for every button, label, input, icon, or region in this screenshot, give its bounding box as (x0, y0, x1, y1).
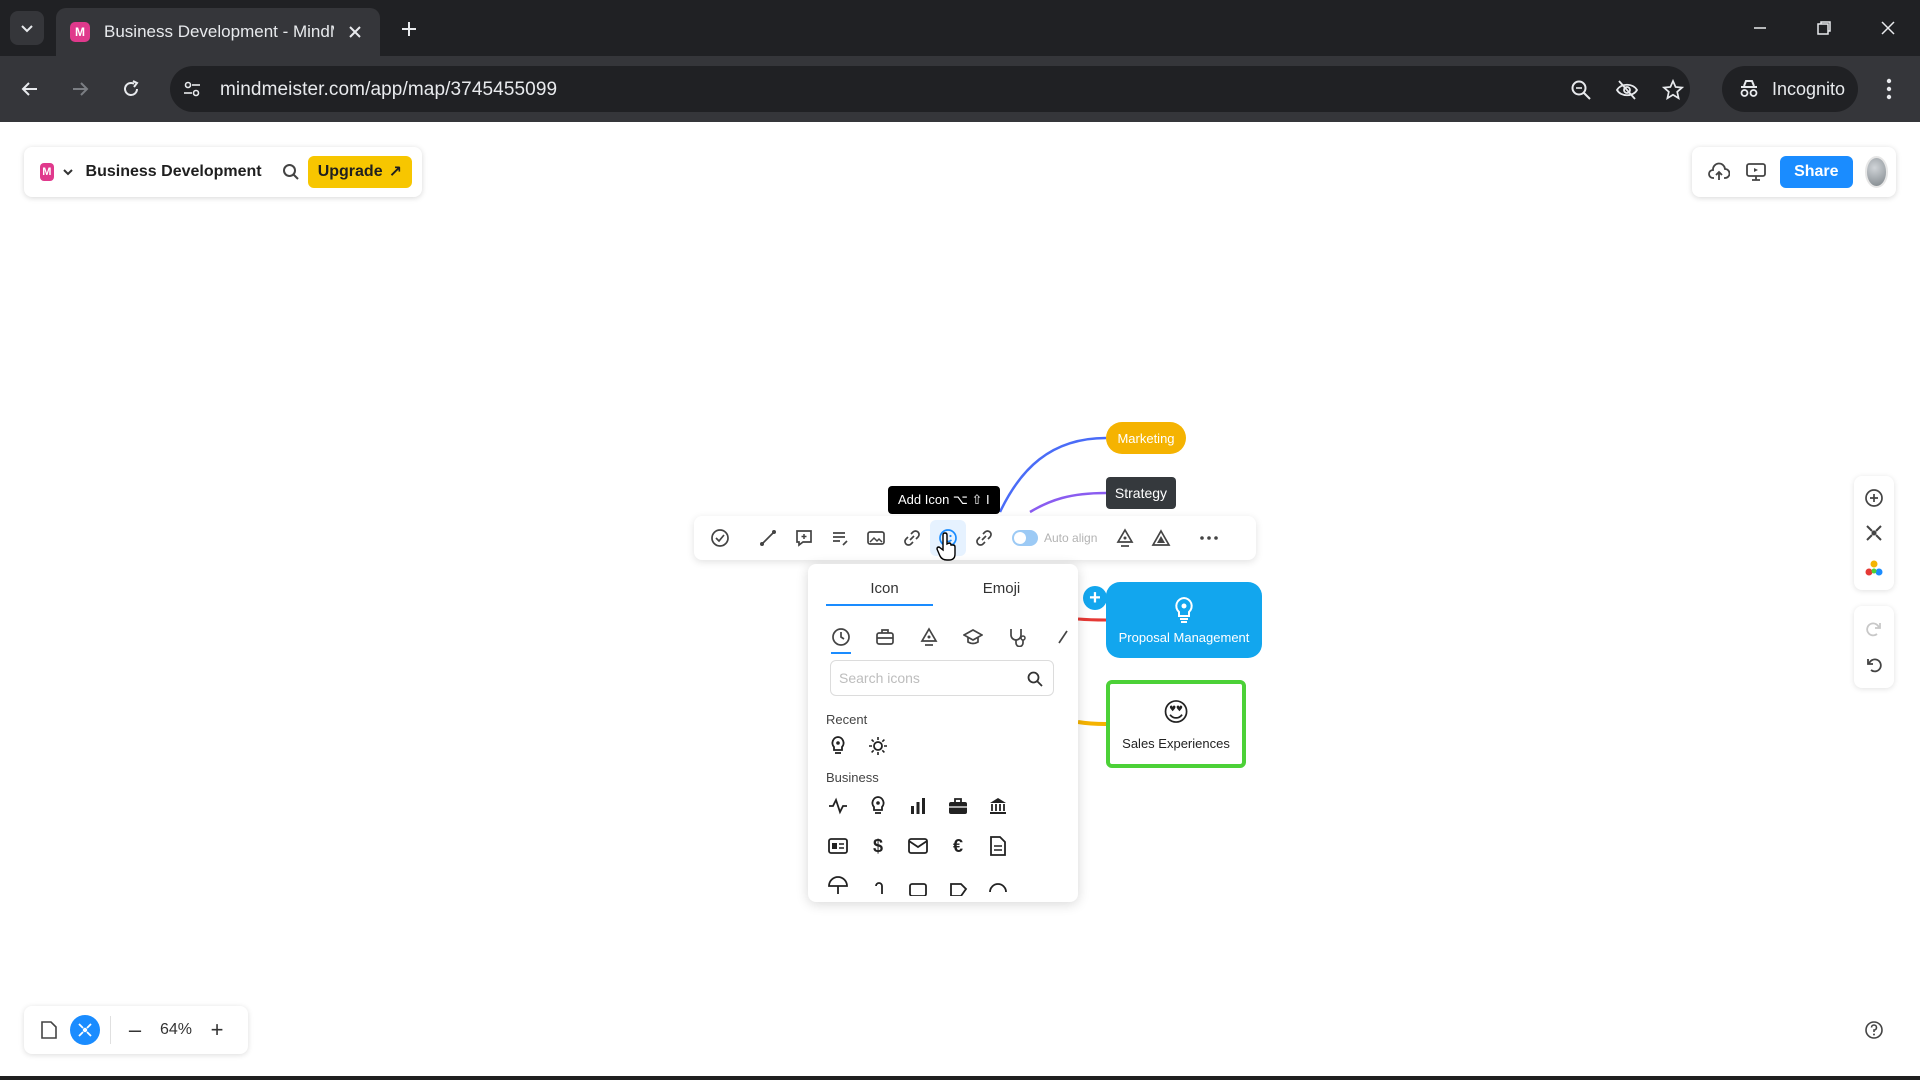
dollar-icon[interactable]: $ (866, 834, 890, 858)
more-horizontal-icon (1200, 536, 1219, 540)
zoom-level[interactable]: 64% (149, 1021, 203, 1039)
recent-icons (826, 734, 890, 758)
icon-search-field[interactable] (830, 660, 1054, 696)
toggle-switch[interactable] (1012, 530, 1038, 546)
briefcase-icon[interactable] (946, 794, 970, 818)
tab-emoji[interactable]: Emoji (943, 576, 1060, 606)
help-icon (1865, 1021, 1883, 1039)
note-button[interactable] (822, 520, 858, 556)
node-proposal-management[interactable]: Proposal Management (1106, 582, 1262, 658)
add-icon-tooltip: Add Icon ⌥ ⇧ I (888, 486, 1000, 514)
umbrella-icon[interactable] (826, 874, 850, 898)
style-button[interactable] (1107, 520, 1143, 556)
search-icons-input[interactable] (839, 661, 1019, 695)
business-section-label: Business (826, 770, 879, 785)
auto-align-toggle[interactable]: Auto align (1012, 530, 1097, 546)
mindmap-layout-icon (1866, 525, 1882, 541)
page-icon (41, 1021, 57, 1039)
bar-chart-icon[interactable] (906, 794, 930, 818)
view-zoom-controls: – 64% + (24, 1006, 248, 1054)
lightbulb-gear-icon[interactable] (826, 734, 850, 758)
recent-category-icon[interactable] (828, 624, 854, 654)
more-options-button[interactable] (1191, 520, 1227, 556)
bottom-edge (0, 1076, 1920, 1080)
business-category-icon[interactable] (872, 624, 898, 650)
screen-icon[interactable] (906, 874, 930, 898)
connection-icon (760, 530, 776, 546)
add-child-button[interactable]: + (1083, 586, 1107, 610)
mail-icon[interactable] (906, 834, 930, 858)
tag-icon[interactable] (946, 874, 970, 898)
design-category-icon[interactable] (916, 624, 942, 650)
hook-icon[interactable] (866, 874, 890, 898)
sun-icon[interactable] (866, 734, 890, 758)
color-palette-icon (1865, 560, 1883, 575)
image-button[interactable] (858, 520, 894, 556)
node-sales-experiences[interactable]: 😍 Sales Experiences (1106, 680, 1246, 768)
comment-button[interactable] (786, 520, 822, 556)
business-icons-row: $ € (826, 834, 1010, 858)
paint-icon (1116, 528, 1134, 547)
picker-tabs: Icon Emoji (826, 576, 1060, 606)
image-icon (867, 531, 885, 545)
node-marketing[interactable]: Marketing (1106, 422, 1186, 454)
lightbulb-gear-icon (1175, 596, 1193, 623)
education-category-icon[interactable] (960, 624, 986, 650)
document-icon[interactable] (986, 834, 1010, 858)
hand-cursor-icon (936, 532, 956, 561)
node-label: Proposal Management (1118, 629, 1250, 645)
note-icon (833, 532, 848, 546)
heart-eyes-emoji-icon: 😍 (1162, 697, 1190, 727)
icon-picker-popover: Icon Emoji Recent (808, 564, 1078, 902)
attachment-link-icon (904, 530, 920, 546)
node-label: Sales Experiences (1122, 736, 1230, 751)
link-icon (976, 530, 992, 546)
bank-icon[interactable] (986, 794, 1010, 818)
gauge-icon[interactable] (986, 874, 1010, 898)
task-button[interactable] (702, 520, 738, 556)
link-button[interactable] (966, 520, 1002, 556)
history-rail (1854, 606, 1894, 688)
attachment-button[interactable] (894, 520, 930, 556)
triangle-icon (1151, 529, 1171, 546)
euro-icon[interactable]: € (946, 834, 970, 858)
help-button[interactable] (1858, 1014, 1890, 1046)
zoom-in-button[interactable]: + (203, 1016, 231, 1044)
add-topic-button[interactable] (1860, 484, 1888, 512)
node-strategy[interactable]: Strategy (1106, 477, 1176, 509)
tab-icon[interactable]: Icon (826, 576, 943, 606)
business-icons-row (826, 794, 1010, 818)
recent-section-label: Recent (826, 712, 868, 727)
connect-button[interactable] (750, 520, 786, 556)
icon-categories (828, 624, 1078, 654)
redo-icon (1866, 622, 1881, 636)
node-toolbar: Auto align (694, 516, 1256, 560)
health-category-icon[interactable] (1004, 624, 1030, 650)
business-icons-row-partial (826, 874, 1010, 898)
auto-align-label: Auto align (1044, 531, 1098, 545)
divider (110, 1016, 111, 1044)
comment-icon (796, 530, 812, 547)
lightbulb-gear-icon[interactable] (866, 794, 890, 818)
zoom-out-button[interactable]: – (121, 1016, 149, 1044)
theme-button[interactable] (1860, 555, 1888, 583)
activity-icon[interactable] (826, 794, 850, 818)
shape-button[interactable] (1143, 520, 1179, 556)
id-card-icon[interactable] (826, 834, 850, 858)
map-tools-rail (1854, 476, 1894, 590)
undo-icon (1867, 658, 1882, 673)
layout-button[interactable] (1860, 519, 1888, 547)
undo-button[interactable] (1860, 651, 1888, 679)
search-icon[interactable] (1025, 669, 1045, 689)
mindmap-view-button[interactable] (70, 1015, 100, 1045)
mindmap-icon (78, 1023, 92, 1037)
more-categories-icon[interactable] (1048, 624, 1074, 650)
check-circle-icon (711, 529, 729, 547)
redo-button[interactable] (1860, 615, 1888, 643)
outline-view-button[interactable] (34, 1015, 64, 1045)
plus-circle-icon (1865, 488, 1883, 507)
